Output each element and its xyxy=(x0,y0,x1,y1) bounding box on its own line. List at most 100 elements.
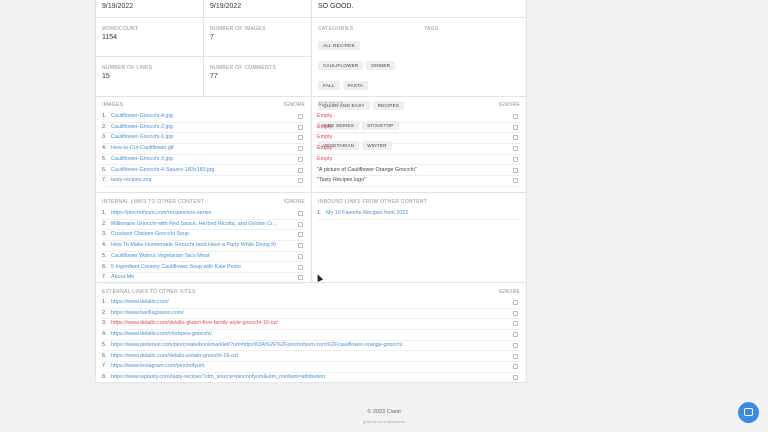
row-number: 4. xyxy=(102,145,107,152)
ignore-checkbox[interactable] xyxy=(513,374,518,380)
internal-link[interactable]: About Me xyxy=(111,274,134,280)
inbound-links-list: 1. My 10 Favorite Recipes from 2022 xyxy=(311,208,526,228)
external-link-row: 8. https://www.wptasty.com/tasty-recipes?… xyxy=(102,372,520,384)
row-number: 6. xyxy=(102,352,107,359)
footer-copyright: © 2023 Cianti xyxy=(367,409,401,415)
internal-link[interactable]: https://pinchofyum.com/recipes/sos-serie… xyxy=(111,210,211,216)
divider xyxy=(96,192,526,193)
divider xyxy=(96,17,526,18)
ignore-checkbox[interactable] xyxy=(298,275,303,281)
image-row: 7. tasty-recipes.svg xyxy=(102,175,305,187)
category-chip[interactable]: CAULIFLOWER xyxy=(318,61,364,70)
internal-link[interactable]: Millionaire Gnocchi with Red Sauce, Herb… xyxy=(111,221,277,227)
ignore-checkbox[interactable] xyxy=(298,211,303,216)
row-number: 4. xyxy=(102,242,107,249)
ignore-checkbox[interactable] xyxy=(298,178,303,184)
ignore-checkbox[interactable] xyxy=(298,253,303,259)
category-chip[interactable]: DINNER xyxy=(366,61,396,70)
ignore-checkbox[interactable] xyxy=(298,135,303,141)
row-number: 5. xyxy=(102,252,107,259)
row-number: 2. xyxy=(102,309,107,316)
ignore-checkbox[interactable] xyxy=(513,167,518,173)
alt-text-value: Empty xyxy=(317,123,333,130)
ignore-checkbox[interactable] xyxy=(298,114,303,119)
image-link[interactable]: How-to-Cut-Cauliflower.gif xyxy=(111,145,174,151)
alt-text-value: Empty xyxy=(317,145,333,152)
ignore-checkbox[interactable] xyxy=(513,332,518,338)
external-link[interactable]: https://www.barillagrasso.com/ xyxy=(111,310,184,316)
image-link[interactable]: Cauliflower-Gnocchi-3.jpg xyxy=(111,156,173,162)
image-link[interactable]: Cauliflower-Gnocchi-2.jpg xyxy=(111,124,173,130)
images-count-label: NUMBER OF IMAGES xyxy=(210,26,266,32)
image-link[interactable]: Cauliflower-Gnocchi-1.jpg xyxy=(111,134,173,140)
ignore-checkbox[interactable] xyxy=(298,146,303,152)
alt-text-value: Empty xyxy=(317,155,333,162)
row-number: 4. xyxy=(102,331,107,338)
inbound-link-row: 1. My 10 Favorite Recipes from 2022 xyxy=(317,208,520,220)
internal-link[interactable]: Crockpot Chicken Gnocchi Soup xyxy=(111,231,189,237)
external-link[interactable]: https://www.delallo.com/chickpea-gnocchi… xyxy=(111,331,212,337)
links-count-label: NUMBER OF LINKS xyxy=(102,65,153,71)
row-number: 1. xyxy=(102,299,107,305)
alt-text-value: "Tasty Recipes logo" xyxy=(317,177,367,184)
ignore-label: IGNORE xyxy=(283,102,305,108)
ignore-checkbox[interactable] xyxy=(513,114,518,119)
category-chip[interactable]: ALL RECIPES xyxy=(318,41,360,50)
ignore-checkbox[interactable] xyxy=(513,310,518,316)
external-link[interactable]: https://www.pinterest.com/pin/create/boo… xyxy=(111,342,402,348)
wordcount-value: 1154 xyxy=(102,34,118,41)
ignore-checkbox[interactable] xyxy=(298,124,303,130)
category-chip[interactable]: FALL xyxy=(318,81,340,90)
ignore-checkbox[interactable] xyxy=(298,221,303,227)
ignore-checkbox[interactable] xyxy=(513,321,518,327)
alt-text-row: "Tasty Recipes logo" xyxy=(317,175,520,187)
alt-text-list: Empty Empty Empty Empty Empty "A picture of C… xyxy=(311,111,526,191)
stats-divider xyxy=(203,0,204,96)
external-link[interactable]: https://www.delallo.com/delallo-potato-g… xyxy=(111,353,238,359)
divider xyxy=(96,96,526,97)
ignore-checkbox[interactable] xyxy=(513,156,518,162)
divider xyxy=(96,56,311,57)
ignore-checkbox[interactable] xyxy=(513,146,518,152)
row-number: 6. xyxy=(102,166,107,173)
date-published: 9/19/2022 xyxy=(102,3,134,10)
image-link[interactable]: Cauliflower-Gnocchi-4-Square-183x183.jpg xyxy=(111,167,214,173)
inbound-link[interactable]: My 10 Favorite Recipes from 2022 xyxy=(326,210,408,216)
alt-text-value: Empty xyxy=(317,134,333,141)
category-chip[interactable]: PASTA xyxy=(342,81,368,90)
internal-link[interactable]: Cauliflower Walnut Vegetarian Taco Meat xyxy=(111,253,209,259)
external-link[interactable]: https://www.delallo.com/delallo-gluten-f… xyxy=(111,320,278,326)
internal-link[interactable]: 5 Ingredient Creamy Cauliflower Soup wit… xyxy=(111,264,241,270)
ignore-checkbox[interactable] xyxy=(298,156,303,162)
ignore-checkbox[interactable] xyxy=(298,264,303,270)
comments-count-label: NUMBER OF COMMENTS xyxy=(210,65,276,71)
row-number: 2. xyxy=(102,220,107,227)
internal-links-list: 1. https://pinchofyum.com/recipes/sos-ser… xyxy=(96,208,311,284)
ignore-checkbox[interactable] xyxy=(298,167,303,173)
ignore-checkbox[interactable] xyxy=(298,243,303,249)
ignore-checkbox[interactable] xyxy=(513,353,518,359)
ignore-checkbox[interactable] xyxy=(513,178,518,184)
inbound-links-label: INBOUND LINKS FROM OTHER CONTENT xyxy=(318,199,428,205)
row-number: 7. xyxy=(102,363,107,370)
ignore-checkbox[interactable] xyxy=(513,300,518,305)
row-number: 6. xyxy=(102,263,107,270)
image-link[interactable]: tasty-recipes.svg xyxy=(111,177,151,183)
ignore-checkbox[interactable] xyxy=(513,342,518,348)
row-number: 3. xyxy=(102,231,107,238)
external-links-list: 1. https://www.delallo.com/2. https://www.… xyxy=(96,297,526,384)
ignore-checkbox[interactable] xyxy=(513,364,518,370)
links-count-value: 15 xyxy=(102,73,110,80)
images-count-value: 7 xyxy=(210,34,214,41)
ignore-checkbox[interactable] xyxy=(513,135,518,141)
external-link[interactable]: https://www.wptasty.com/tasty-recipes?ut… xyxy=(111,374,325,380)
alt-text-value: "A picture of Cauliflower Orange Gnocchi… xyxy=(317,166,417,173)
ignore-checkbox[interactable] xyxy=(513,124,518,130)
external-link[interactable]: https://www.delallo.com/ xyxy=(111,299,169,305)
chat-button[interactable] xyxy=(738,402,759,423)
internal-link[interactable]: How To Make Homemade Gnocchi (and Have a… xyxy=(111,242,276,248)
image-link[interactable]: Cauliflower-Gnocchi-4.jpg xyxy=(111,113,173,119)
row-number: 7. xyxy=(102,177,107,184)
external-link[interactable]: https://www.instagram.com/pinchofyum xyxy=(111,363,204,369)
ignore-checkbox[interactable] xyxy=(298,232,303,238)
